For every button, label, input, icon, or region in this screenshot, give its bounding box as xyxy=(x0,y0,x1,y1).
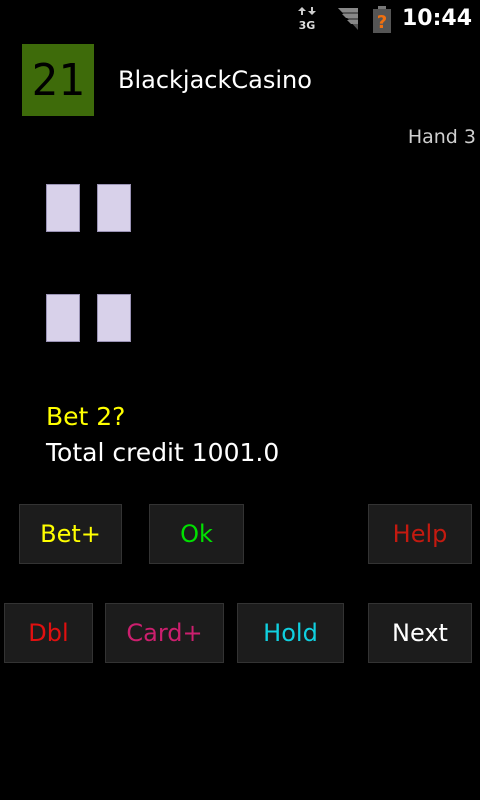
screen: 3G ? 10:44 21 BlackjackCasino Hand 3 Bet… xyxy=(0,0,480,800)
card-plus-button[interactable]: Card+ xyxy=(105,603,224,663)
3g-data-icon: 3G xyxy=(298,7,316,32)
network-label: 3G xyxy=(299,19,316,32)
double-button[interactable]: Dbl xyxy=(4,603,93,663)
ok-button[interactable]: Ok xyxy=(149,504,244,564)
player-card-2 xyxy=(97,294,131,342)
bet-plus-button[interactable]: Bet+ xyxy=(19,504,122,564)
hold-button[interactable]: Hold xyxy=(237,603,344,663)
dealer-card-2 xyxy=(97,184,131,232)
next-button[interactable]: Next xyxy=(368,603,472,663)
signal-icon xyxy=(338,8,358,30)
app-title: BlackjackCasino xyxy=(118,66,312,94)
app-icon-text: 21 xyxy=(31,54,85,106)
total-credit: Total credit 1001.0 xyxy=(46,438,280,467)
app-icon: 21 xyxy=(22,44,94,116)
dealer-card-1 xyxy=(46,184,80,232)
bet-prompt: Bet 2? xyxy=(46,402,126,431)
player-card-1 xyxy=(46,294,80,342)
status-bar: 3G ? 10:44 xyxy=(0,0,480,38)
hand-label: Hand 3 xyxy=(407,126,476,148)
status-time: 10:44 xyxy=(401,6,472,31)
svg-text:?: ? xyxy=(377,12,387,33)
battery-alert-icon: ? xyxy=(373,6,391,33)
help-button[interactable]: Help xyxy=(368,504,472,564)
title-bar: 21 BlackjackCasino xyxy=(0,38,480,118)
